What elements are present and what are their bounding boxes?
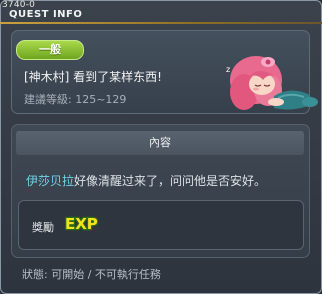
- quest-category-badge: 一般: [16, 40, 84, 60]
- quest-status: 狀態: 可開始 / 不可執行任務: [22, 268, 161, 281]
- content-header: 內容: [16, 131, 304, 155]
- quest-description: 伊莎贝拉好像清醒过来了，问问他是否安好。: [26, 172, 266, 189]
- title-divider: [0, 22, 322, 24]
- npc-name-link[interactable]: 伊莎贝拉: [26, 174, 74, 188]
- npc-portrait: z: [226, 56, 318, 110]
- reward-label: 獎勵: [32, 221, 54, 234]
- quest-name: [神木村] 看到了某样东西!: [24, 70, 162, 84]
- svg-text:z: z: [226, 65, 230, 74]
- window-title: QUEST INFO: [9, 9, 83, 20]
- exp-icon: EXP: [64, 214, 98, 232]
- svg-text:EXP: EXP: [65, 215, 98, 232]
- reward-box: [18, 200, 304, 250]
- description-text: 好像清醒过来了，问问他是否安好。: [74, 174, 267, 188]
- quest-recommended-level: 建議等級: 125~129: [24, 93, 127, 106]
